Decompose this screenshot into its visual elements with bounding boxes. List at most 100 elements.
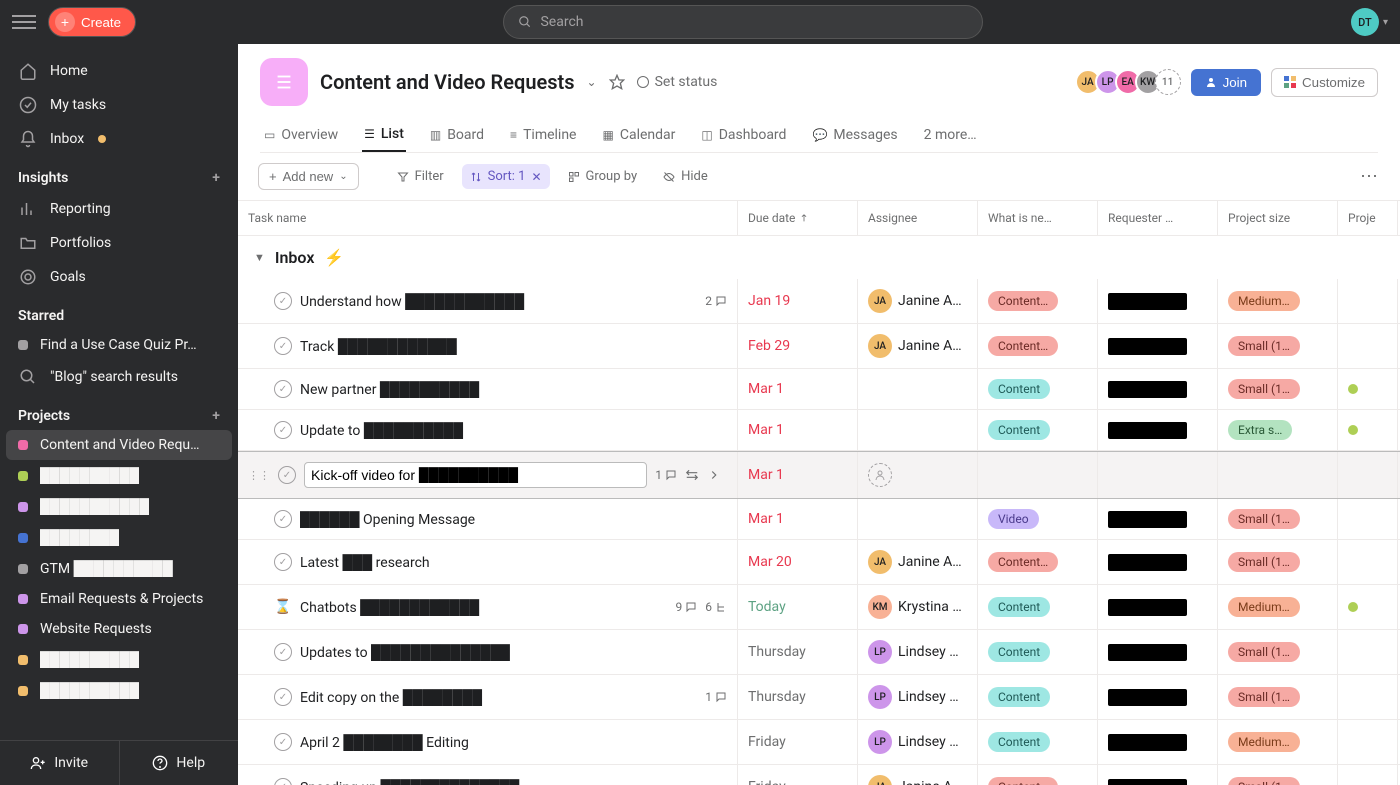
requester-cell[interactable]: ████████ (1098, 630, 1218, 674)
requester-cell[interactable]: ████████ (1098, 369, 1218, 409)
requester-cell[interactable]: ████████ (1098, 720, 1218, 764)
tab-messages[interactable]: 💬 Messages (810, 118, 899, 152)
proje-cell[interactable] (1338, 720, 1398, 764)
col-what[interactable]: What is ne… (978, 201, 1098, 235)
requester-cell[interactable]: ████████ (1098, 324, 1218, 368)
complete-toggle[interactable]: ✓ (274, 733, 292, 751)
what-cell[interactable]: Content (978, 630, 1098, 674)
what-cell[interactable] (978, 452, 1098, 498)
col-due-date[interactable]: Due date (738, 201, 858, 235)
plus-icon[interactable]: + (212, 408, 220, 424)
due-date-cell[interactable]: Feb 29 (738, 324, 858, 368)
member-avatars[interactable]: JALPEAKW11 (1081, 69, 1181, 95)
help-button[interactable]: Help (120, 741, 239, 785)
size-cell[interactable]: Extra s… (1218, 410, 1338, 450)
proje-cell[interactable] (1338, 452, 1398, 498)
what-cell[interactable]: Content (978, 675, 1098, 719)
size-cell[interactable]: Small (1… (1218, 499, 1338, 539)
due-date-cell[interactable]: Thursday (738, 675, 858, 719)
col-project-size[interactable]: Project size (1218, 201, 1338, 235)
complete-toggle[interactable]: ✓ (274, 688, 292, 706)
assignee-cell[interactable]: JA Janine And… (858, 765, 978, 785)
task-name[interactable]: Track ████████████ (300, 338, 727, 355)
assignee-cell[interactable]: KM Krystina Ma… (858, 585, 978, 629)
complete-toggle[interactable]: ✓ (274, 643, 292, 661)
task-name[interactable]: April 2 ████████ Editing (300, 734, 727, 751)
task-row[interactable]: ✓ Edit copy on the ████████ 1 Thursday L… (238, 675, 1400, 720)
what-cell[interactable]: Content… (978, 324, 1098, 368)
task-name[interactable]: Chatbots ████████████ (300, 599, 668, 616)
task-name[interactable]: Updates to ██████████████ (300, 644, 727, 661)
collapse-icon[interactable]: ▼ (254, 251, 265, 264)
proje-cell[interactable] (1338, 540, 1398, 584)
search-input[interactable]: Search (503, 5, 983, 39)
complete-toggle[interactable]: ✓ (274, 337, 292, 355)
sort-chip[interactable]: Sort: 1 ✕ (462, 164, 550, 189)
proje-cell[interactable] (1338, 324, 1398, 368)
size-cell[interactable] (1218, 452, 1338, 498)
what-cell[interactable]: Content… (978, 765, 1098, 785)
task-row[interactable]: ✓ Update to ██████████ Mar 1 Content████… (238, 410, 1400, 451)
sidebar-project-item[interactable]: ██████████ (0, 675, 238, 706)
complete-toggle[interactable]: ✓ (274, 292, 292, 310)
tab-timeline[interactable]: ≡ Timeline (508, 118, 578, 152)
tab-dashboard[interactable]: ◫ Dashboard (699, 118, 788, 152)
due-date-cell[interactable]: Friday (738, 720, 858, 764)
sidebar-project-item[interactable]: ██████████ (0, 644, 238, 675)
tab-list[interactable]: ☰ List (362, 118, 406, 152)
what-cell[interactable]: Content (978, 410, 1098, 450)
complete-toggle[interactable]: ✓ (274, 380, 292, 398)
assignee-cell[interactable]: JA Janine And… (858, 324, 978, 368)
due-date-cell[interactable]: Friday (738, 765, 858, 785)
proje-cell[interactable] (1338, 630, 1398, 674)
comment-count[interactable]: 2 (705, 294, 727, 308)
insights-section[interactable]: Insights + (0, 156, 238, 192)
assignee-cell[interactable]: LP Lindsey Pea… (858, 630, 978, 674)
drag-handle-icon[interactable]: ⋮⋮ (248, 469, 270, 482)
sidebar-item-inbox[interactable]: Inbox (0, 122, 238, 156)
col-proje[interactable]: Proje (1338, 201, 1398, 235)
col-assignee[interactable]: Assignee (858, 201, 978, 235)
requester-cell[interactable]: ████████ (1098, 540, 1218, 584)
invite-button[interactable]: Invite (0, 741, 120, 785)
hide-button[interactable]: Hide (655, 164, 716, 189)
task-row[interactable]: ✓ ██████ Opening Message Mar 1 Video████… (238, 499, 1400, 540)
add-new-button[interactable]: + Add new ⌄ (258, 163, 359, 190)
complete-toggle[interactable]: ✓ (274, 510, 292, 528)
proje-cell[interactable] (1338, 369, 1398, 409)
what-cell[interactable]: Content… (978, 540, 1098, 584)
task-row[interactable]: ✓ Speeding up ██████████████ Friday JA J… (238, 765, 1400, 785)
assignee-cell[interactable] (858, 369, 978, 409)
task-row[interactable]: ✓ Updates to ██████████████ Thursday LP … (238, 630, 1400, 675)
size-cell[interactable]: Small (1… (1218, 765, 1338, 785)
proje-cell[interactable] (1338, 499, 1398, 539)
due-date-cell[interactable]: Today (738, 585, 858, 629)
what-cell[interactable]: Video (978, 499, 1098, 539)
create-button[interactable]: + Create (48, 7, 136, 37)
sidebar-project-item[interactable]: Content and Video Requ… (6, 430, 232, 460)
sidebar-item-portfolios[interactable]: Portfolios (0, 226, 238, 260)
sidebar-item-reporting[interactable]: Reporting (0, 192, 238, 226)
task-name[interactable]: Speeding up ██████████████ (300, 779, 727, 785)
assignee-cell[interactable]: LP Lindsey Pea… (858, 675, 978, 719)
star-icon[interactable] (609, 74, 625, 90)
tab-board[interactable]: ▥ Board (428, 118, 486, 152)
tab-calendar[interactable]: ▦ Calendar (601, 118, 678, 152)
assignee-cell[interactable]: JA Janine And… (858, 540, 978, 584)
section-inbox[interactable]: ▼ Inbox ⚡ (238, 236, 1400, 279)
task-row[interactable]: ⋮⋮ ✓ 1 Mar 1 (238, 451, 1400, 499)
requester-cell[interactable]: ████████ (1098, 765, 1218, 785)
starred-section[interactable]: Starred (0, 294, 238, 330)
join-button[interactable]: Join (1191, 69, 1261, 96)
filter-button[interactable]: Filter (389, 164, 452, 189)
col-requester[interactable]: Requester … (1098, 201, 1218, 235)
task-row[interactable]: ✓ New partner ██████████ Mar 1 Content██… (238, 369, 1400, 410)
requester-cell[interactable] (1098, 452, 1218, 498)
task-name[interactable]: Update to ██████████ (300, 422, 727, 439)
sidebar-project-item[interactable]: ███████████ (0, 491, 238, 522)
task-name[interactable]: Latest ███ research (300, 554, 727, 571)
assignee-cell[interactable]: JA Janine And… (858, 279, 978, 323)
size-cell[interactable]: Small (1… (1218, 324, 1338, 368)
comment-count[interactable]: 1 (655, 468, 677, 482)
sidebar-starred-item[interactable]: Find a Use Case Quiz Pr… (0, 330, 238, 360)
